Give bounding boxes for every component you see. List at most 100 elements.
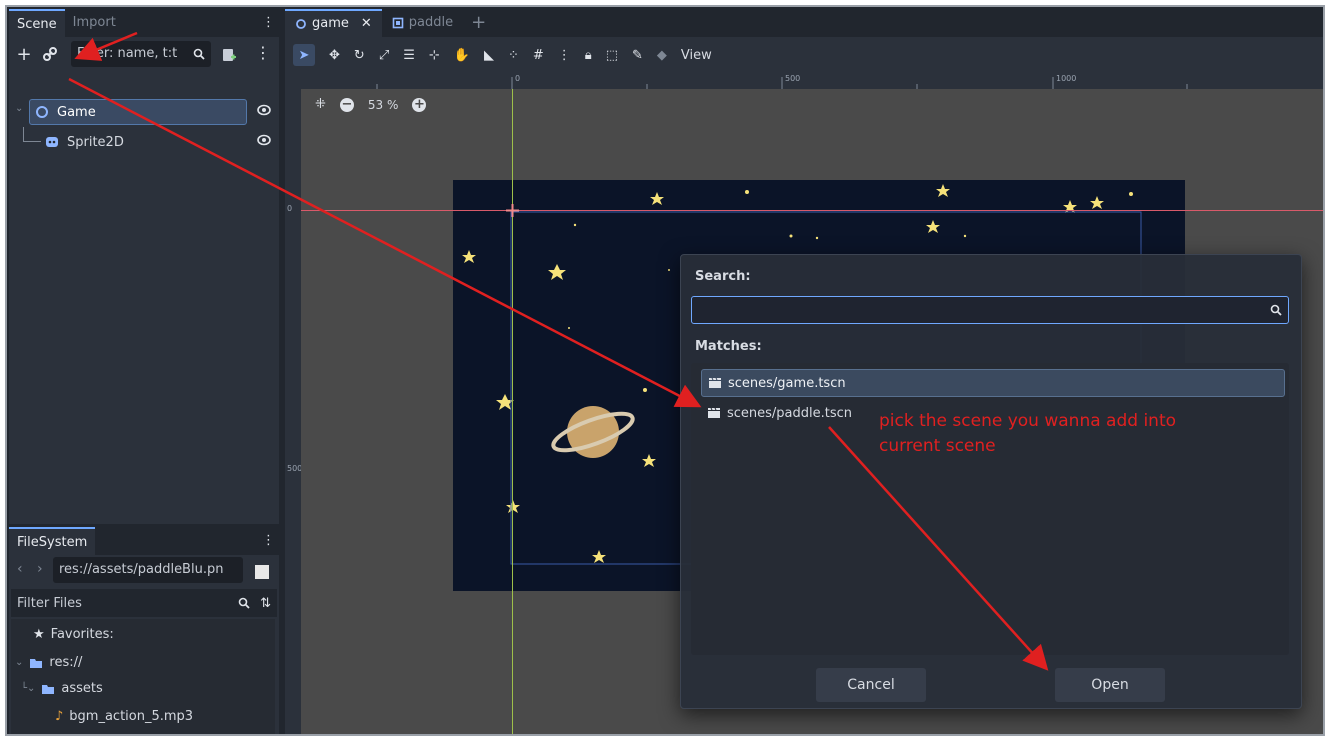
fs-item-res[interactable]: ⌄ res:// — [15, 655, 82, 670]
sort-icon[interactable]: ⇅ — [260, 596, 271, 611]
camera-override-icon[interactable]: ◆ — [657, 48, 667, 63]
add-node-icon[interactable]: + — [15, 43, 33, 65]
visibility-eye-icon[interactable] — [257, 104, 271, 116]
ruler-label-500: 500 — [785, 74, 801, 83]
scene-tab-game-label: game — [312, 16, 349, 31]
vertical-ruler: 0 500 — [285, 89, 303, 734]
fs-label-favorites: Favorites: — [50, 627, 114, 642]
rotate-mode-icon[interactable]: ↻ — [354, 48, 365, 63]
filesystem-filter-placeholder: Filter Files — [17, 595, 82, 611]
toggle-split-icon[interactable] — [255, 565, 269, 579]
scene-dock: Scene Import ⋮ + Filter: name, t:t ⋮ ⌄ G… — [9, 9, 279, 734]
script-add-icon[interactable] — [219, 45, 239, 65]
pivot-icon[interactable]: ⊹ — [429, 48, 440, 63]
search-icon — [193, 48, 205, 60]
select-mode-icon[interactable]: ➤ — [293, 44, 315, 66]
fs-label-res: res:// — [49, 655, 83, 670]
cancel-button[interactable]: Cancel — [816, 668, 926, 702]
scene-menu-icon[interactable]: ⋮ — [255, 43, 271, 62]
filesystem-path-input[interactable]: res://assets/paddleBlu.pn — [53, 557, 243, 583]
tab-filesystem[interactable]: FileSystem — [9, 527, 96, 555]
visibility-eye-icon[interactable] — [257, 134, 271, 146]
ruler-icon[interactable]: ◣ — [484, 48, 494, 63]
snap-options-icon[interactable]: ⋮ — [558, 48, 571, 63]
nav-forward-icon[interactable]: › — [37, 561, 43, 577]
grid-snap-icon[interactable]: # — [533, 48, 544, 63]
group-icon[interactable]: ⬚ — [606, 48, 618, 63]
tab-import[interactable]: Import — [65, 9, 124, 37]
dock-menu-icon[interactable]: ⋮ — [262, 15, 275, 30]
tree-guide-line — [23, 127, 24, 141]
ruler-label-v0: 0 — [287, 204, 293, 213]
bone-icon[interactable]: ✎ — [632, 48, 643, 63]
close-icon[interactable]: ✕ — [361, 10, 372, 38]
ruler-label-1000: 1000 — [1056, 74, 1077, 83]
add-tab-icon[interactable]: + — [463, 9, 494, 37]
move-mode-icon[interactable]: ✥ — [329, 48, 340, 63]
tree-label-sprite2d: Sprite2D — [67, 134, 124, 150]
zoom-controls: ⁜ − 53 % + — [315, 97, 427, 112]
tree-label-game: Game — [57, 104, 96, 120]
collapse-arrow-icon[interactable]: ⌄ — [15, 103, 23, 114]
zoom-level[interactable]: 53 % — [368, 98, 399, 112]
tree-guide-line-h — [23, 141, 41, 142]
editor-toolbar: ➤ ✥ ↻ ⤢ ☰ ⊹ ✋ ◣ ⁘ # ⋮ 🔒︎ ⬚ ✎ ◆ View — [285, 37, 1323, 73]
match-item[interactable]: scenes/paddle.tscn — [701, 399, 852, 427]
audio-icon: ♪ — [55, 709, 64, 724]
tree-row-sprite2d[interactable]: Sprite2D — [45, 129, 124, 155]
fs-label-bgm: bgm_action_5.mp3 — [69, 709, 194, 724]
sprite2d-icon — [46, 137, 58, 147]
search-icon — [238, 597, 250, 609]
scene-filter-input[interactable]: Filter: name, t:t — [71, 41, 211, 67]
fs-item-favorites[interactable]: ★ Favorites: — [33, 627, 114, 642]
nav-back-icon[interactable]: ‹ — [17, 561, 23, 577]
tree-row-game[interactable]: Game — [35, 99, 96, 125]
instance-scene-icon[interactable] — [39, 43, 61, 65]
filesystem-filter-input[interactable]: Filter Files ⇅ — [11, 589, 277, 617]
godot-editor-window: Scene Import ⋮ + Filter: name, t:t ⋮ ⌄ G… — [5, 5, 1325, 736]
instance-scene-dialog: Search: Matches: scenes/game.tscn scenes… — [680, 254, 1302, 709]
y-axis-guide — [512, 89, 513, 734]
view-menu[interactable]: View — [681, 48, 712, 63]
origin-crosshair-icon — [506, 204, 519, 217]
control-node-icon — [392, 17, 404, 29]
folder-icon — [42, 684, 55, 694]
scene-tab-paddle-label: paddle — [408, 15, 454, 30]
fs-item-bgm[interactable]: ♪ bgm_action_5.mp3 — [55, 709, 193, 724]
ruler-label-0: 0 — [515, 74, 521, 83]
open-button[interactable]: Open — [1055, 668, 1165, 702]
collapse-arrow-icon: ⌄ — [15, 657, 24, 668]
ruler-label-v500: 500 — [287, 464, 303, 473]
annotation-line-2: current scene — [879, 436, 996, 456]
node2d-icon — [296, 19, 306, 29]
x-axis-guide — [301, 210, 1323, 211]
zoom-in-icon[interactable]: + — [412, 97, 427, 112]
scene-file-icon — [709, 377, 721, 388]
match-label: scenes/game.tscn — [728, 375, 846, 391]
matches-label: Matches: — [695, 339, 762, 354]
match-item[interactable]: scenes/game.tscn — [701, 369, 1285, 397]
center-view-icon[interactable]: ⁜ — [315, 97, 326, 112]
scene-filter-placeholder: Filter: name, t:t — [77, 46, 178, 61]
zoom-out-icon[interactable]: − — [339, 97, 354, 112]
dialog-search-input[interactable] — [691, 296, 1289, 324]
scene-tabs: game ✕ paddle + — [285, 9, 1323, 37]
match-label: scenes/paddle.tscn — [727, 405, 853, 421]
filesystem-dock-tabs: FileSystem ⋮ — [9, 527, 279, 555]
scene-tab-paddle[interactable]: paddle — [382, 9, 463, 37]
annotation-line-1: pick the scene you wanna add into — [879, 411, 1177, 431]
pan-icon[interactable]: ✋ — [454, 48, 470, 63]
star-icon: ★ — [33, 627, 45, 642]
scene-tab-game[interactable]: game ✕ — [285, 9, 382, 37]
dock-menu-icon[interactable]: ⋮ — [262, 533, 275, 548]
lock-icon[interactable]: 🔒︎ — [585, 48, 592, 63]
tab-scene[interactable]: Scene — [9, 9, 65, 37]
fs-item-assets[interactable]: └⌄ assets — [21, 681, 103, 696]
node2d-icon — [36, 106, 48, 118]
smart-snap-icon[interactable]: ⁘ — [508, 48, 519, 63]
collapse-arrow-icon: └⌄ — [21, 683, 36, 694]
scale-mode-icon[interactable]: ⤢ — [379, 48, 389, 63]
list-select-icon[interactable]: ☰ — [403, 48, 415, 63]
scene-tree-panel: + Filter: name, t:t ⋮ ⌄ Game Sprite2D — [9, 37, 279, 524]
horizontal-ruler: 0 500 1000 — [285, 73, 1323, 89]
